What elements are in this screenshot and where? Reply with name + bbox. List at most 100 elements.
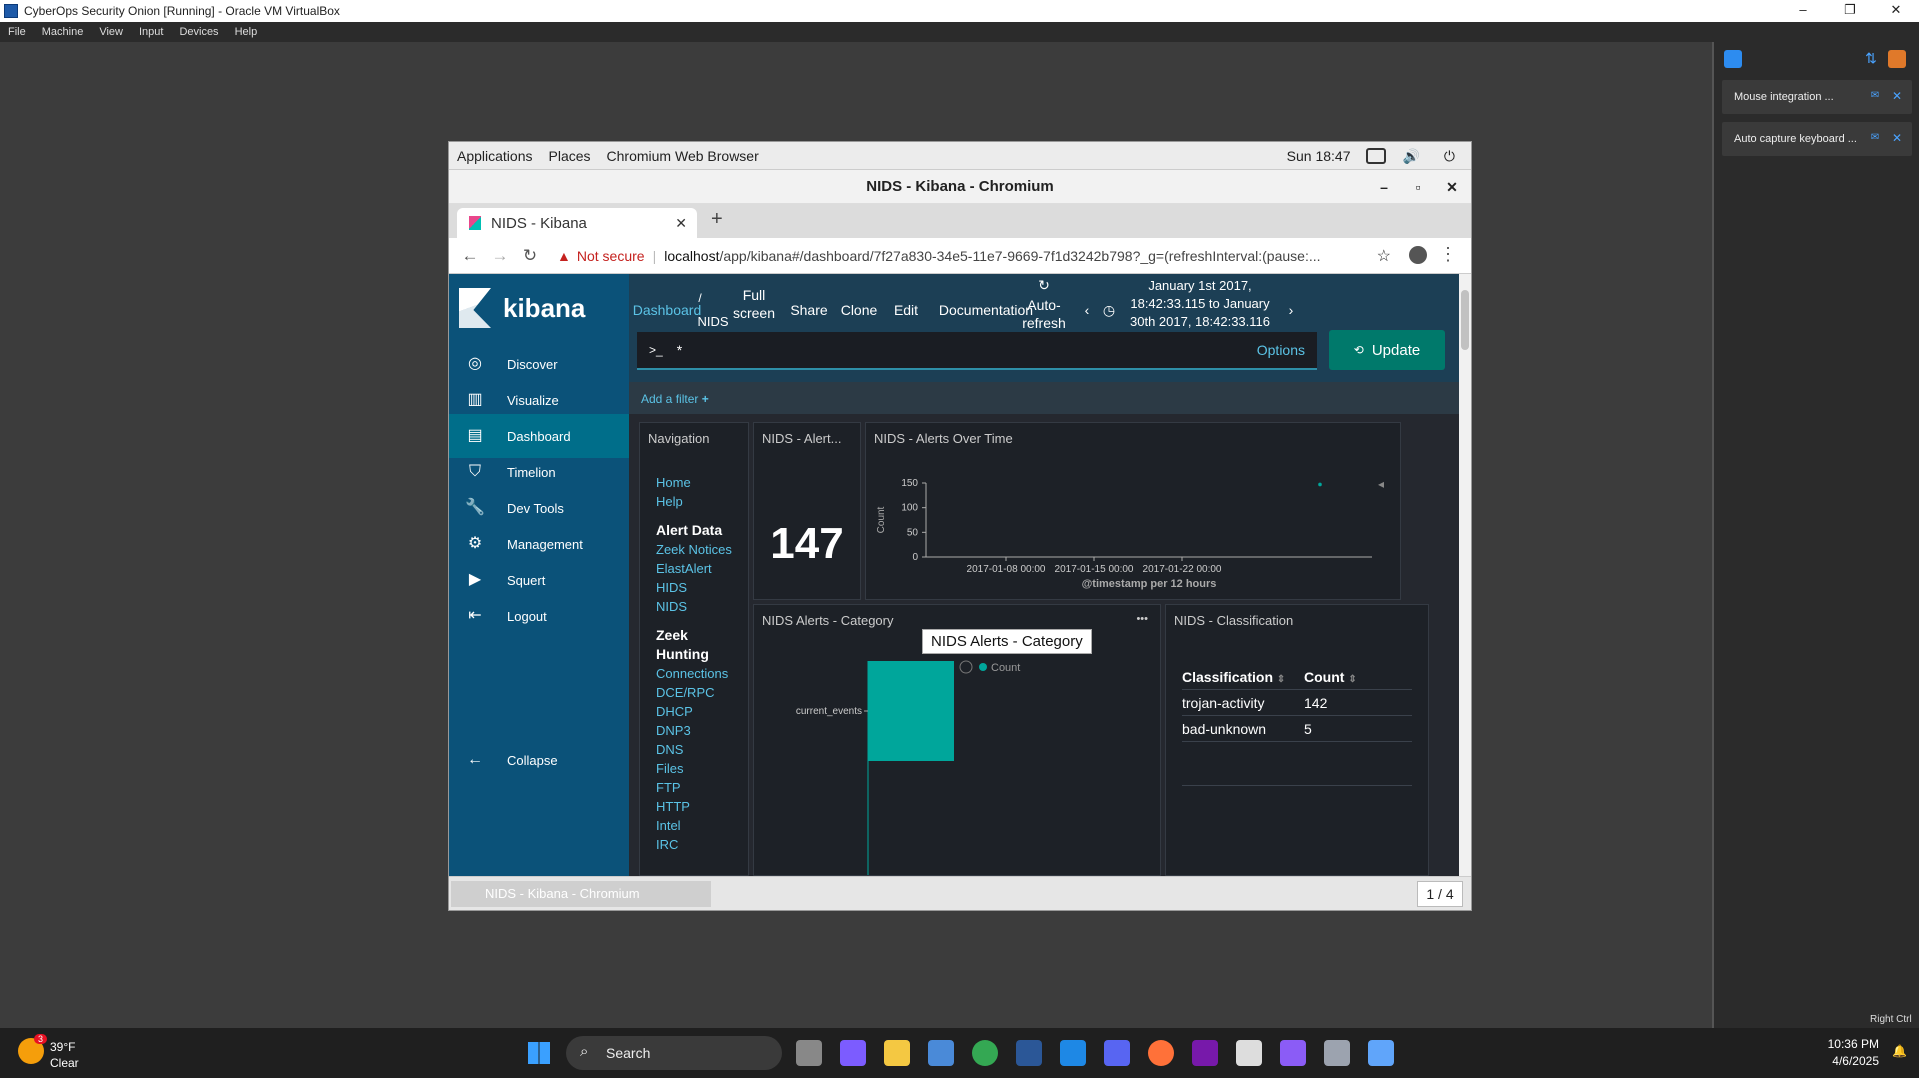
time-next-icon[interactable]: › xyxy=(1281,290,1301,330)
nav-link-dnp3[interactable]: DNP3 xyxy=(656,721,732,740)
window-list-item[interactable]: NIDS - Kibana - Chromium xyxy=(451,881,711,907)
notification-auto-capture[interactable]: Auto capture keyboard ... ✉ ✕ xyxy=(1722,122,1912,156)
notification-mouse-integration[interactable]: Mouse integration ... ✉ ✕ xyxy=(1722,80,1912,114)
app-menu[interactable]: Chromium Web Browser xyxy=(599,148,767,164)
browser-close-button[interactable]: ✕ xyxy=(1435,170,1469,204)
close-button[interactable]: ✕ xyxy=(1873,0,1919,22)
sort-icon[interactable]: ⇕ xyxy=(1277,674,1285,685)
page-scrollbar[interactable] xyxy=(1459,274,1471,876)
nav-link-zeek-notices[interactable]: Zeek Notices xyxy=(656,540,732,559)
close-tab-icon[interactable]: ✕ xyxy=(675,215,687,232)
back-icon[interactable]: ← xyxy=(455,246,485,266)
firefox-icon[interactable] xyxy=(1148,1040,1174,1066)
plus-icon[interactable]: + xyxy=(702,392,709,406)
bookmark-star-icon[interactable]: ☆ xyxy=(1377,246,1391,266)
display-icon[interactable] xyxy=(1366,148,1387,164)
time-prev-icon[interactable]: ‹ xyxy=(1077,290,1097,330)
full-screen-button[interactable]: Full screen xyxy=(729,284,779,324)
nav-link-intel[interactable]: Intel xyxy=(656,816,732,835)
chrome-icon[interactable] xyxy=(972,1040,998,1066)
menu-devices[interactable]: Devices xyxy=(171,26,226,38)
nav-link-nids[interactable]: NIDS xyxy=(656,597,732,616)
stop-notify-icon[interactable]: ✉ xyxy=(1868,132,1882,144)
time-range-picker[interactable]: January 1st 2017, 18:42:33.115 to Januar… xyxy=(1125,278,1275,330)
breadcrumb-dashboard[interactable]: Dashboard xyxy=(633,290,702,330)
stop-notify-icon[interactable]: ✉ xyxy=(1868,90,1882,102)
share-button[interactable]: Share xyxy=(784,290,834,330)
menu-file[interactable]: File xyxy=(0,26,34,38)
account-icon[interactable] xyxy=(1409,246,1427,264)
power-icon[interactable]: ⏻ xyxy=(1436,148,1463,165)
tab-nids-kibana[interactable]: NIDS - Kibana ✕ xyxy=(457,208,697,238)
app-icon[interactable] xyxy=(1280,1040,1306,1066)
menu-input[interactable]: Input xyxy=(131,26,171,38)
taskbar-search[interactable]: ⌕ Search xyxy=(566,1036,782,1070)
app-icon[interactable] xyxy=(1324,1040,1350,1066)
dismiss-all-icon[interactable] xyxy=(1888,50,1906,68)
nav-link-hids[interactable]: HIDS xyxy=(656,578,732,597)
places-menu[interactable]: Places xyxy=(541,148,599,164)
file-explorer-icon[interactable] xyxy=(884,1040,910,1066)
address-bar[interactable]: ▲ Not secure | localhost /app/kibana#/da… xyxy=(557,241,1337,271)
nav-link-dhcp[interactable]: DHCP xyxy=(656,702,732,721)
word-icon[interactable] xyxy=(1016,1040,1042,1066)
sort-icon[interactable]: ⇕ xyxy=(1348,674,1356,685)
onenote-icon[interactable] xyxy=(1192,1040,1218,1066)
nav-link-connections[interactable]: Connections xyxy=(656,664,732,683)
forward-icon[interactable]: → xyxy=(485,246,515,266)
kibana-logo[interactable]: kibana xyxy=(459,288,585,328)
browser-maximize-button[interactable]: ▫ xyxy=(1401,170,1435,204)
update-button[interactable]: ⟲ Update xyxy=(1329,330,1445,370)
nav-link-ftp[interactable]: FTP xyxy=(656,778,732,797)
clock[interactable]: Sun 18:47 xyxy=(1279,148,1359,164)
minimize-button[interactable]: – xyxy=(1780,0,1826,22)
nav-link-home[interactable]: Home xyxy=(656,473,732,492)
add-filter-link[interactable]: Add a filter xyxy=(641,392,698,406)
store-icon[interactable] xyxy=(928,1040,954,1066)
column-header-count[interactable]: Count ⇕ xyxy=(1304,669,1357,685)
volume-icon[interactable]: 🔊 xyxy=(1394,148,1427,165)
query-input[interactable]: * xyxy=(677,342,682,358)
restore-button[interactable]: ❐ xyxy=(1827,0,1873,22)
column-header-classification[interactable]: Classification ⇕ xyxy=(1182,669,1285,685)
auto-refresh-button[interactable]: Auto- refresh xyxy=(1009,294,1079,334)
nav-link-irc[interactable]: IRC xyxy=(656,835,732,854)
applications-menu[interactable]: Applications xyxy=(449,148,541,164)
reload-icon[interactable]: ↻ xyxy=(515,246,545,266)
start-icon[interactable] xyxy=(528,1042,550,1064)
app-icon[interactable] xyxy=(1060,1040,1086,1066)
nav-link-elastalert[interactable]: ElastAlert xyxy=(656,559,732,578)
new-tab-button[interactable]: + xyxy=(711,208,723,231)
scrollbar-thumb[interactable] xyxy=(1461,290,1469,350)
sidebar-item-logout[interactable]: ⇤ Logout xyxy=(449,594,629,638)
close-notification-icon[interactable]: ✕ xyxy=(1890,131,1904,145)
nav-link-dns[interactable]: DNS xyxy=(656,740,732,759)
close-notification-icon[interactable]: ✕ xyxy=(1890,89,1904,103)
workspace-indicator[interactable]: 1 / 4 xyxy=(1417,881,1463,907)
edit-button[interactable]: Edit xyxy=(884,290,928,330)
copilot-icon[interactable] xyxy=(840,1040,866,1066)
query-options-link[interactable]: Options xyxy=(1257,342,1305,358)
document-icon[interactable] xyxy=(1236,1040,1262,1066)
browser-minimize-button[interactable]: – xyxy=(1367,170,1401,204)
notification-center-icon[interactable] xyxy=(1724,50,1742,68)
nav-link-dce-rpc[interactable]: DCE/RPC xyxy=(656,683,732,702)
virtualbox-taskbar-icon[interactable] xyxy=(1368,1040,1394,1066)
alerts-over-time-chart[interactable]: 150 100 50 0 2017-01-08 00:00 2017-01-15 00:0… xyxy=(866,423,1400,599)
menu-dots-icon[interactable]: ⋮ xyxy=(1439,244,1457,265)
notification-bell-icon[interactable]: 🔔 xyxy=(1892,1044,1907,1058)
discord-icon[interactable] xyxy=(1104,1040,1130,1066)
collapse-button[interactable]: ← Collapse xyxy=(449,738,629,782)
sort-icon[interactable]: ⇅ xyxy=(1862,50,1880,68)
menu-help[interactable]: Help xyxy=(227,26,266,38)
task-view-icon[interactable] xyxy=(796,1040,822,1066)
menu-view[interactable]: View xyxy=(91,26,131,38)
clock-tray[interactable]: 10:36 PM 4/6/2025 xyxy=(1828,1036,1879,1070)
query-bar[interactable]: >_ * Options xyxy=(637,332,1317,370)
menu-machine[interactable]: Machine xyxy=(34,26,92,38)
nav-link-help[interactable]: Help xyxy=(656,492,732,511)
toggle-legend-icon[interactable]: ◂ xyxy=(1378,477,1384,491)
nav-link-http[interactable]: HTTP xyxy=(656,797,732,816)
clone-button[interactable]: Clone xyxy=(834,290,884,330)
clock-icon[interactable]: ◷ xyxy=(1099,290,1119,330)
